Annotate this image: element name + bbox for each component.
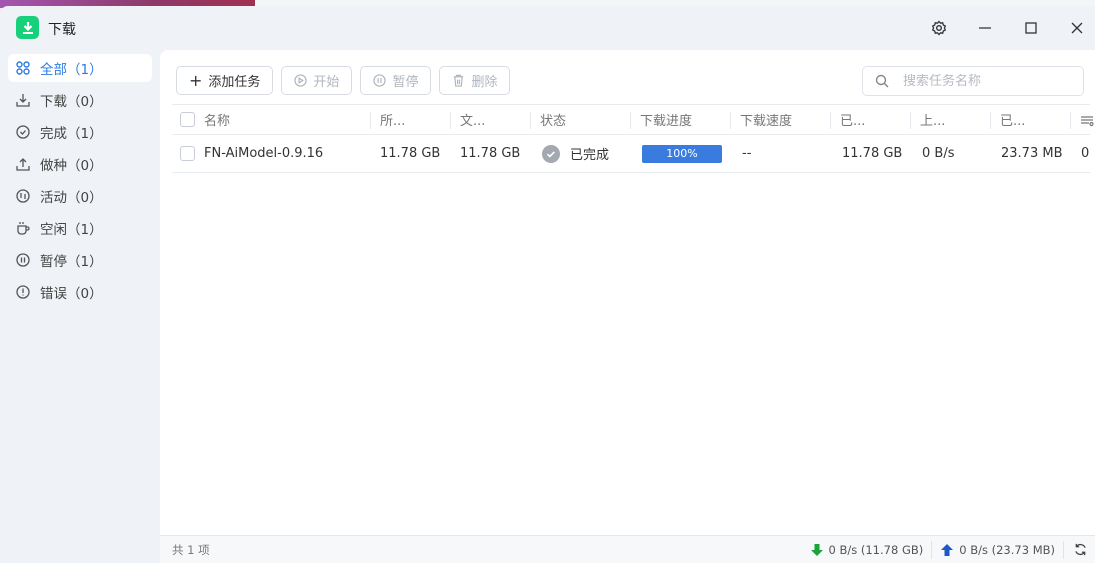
delete-button[interactable]: 删除 xyxy=(439,66,511,95)
download-arrow-icon xyxy=(810,543,823,556)
task-extra: 0 xyxy=(1081,146,1090,161)
table-header: 名称 所... 文... 状态 下载进度 下载速度 已... 上... 已... xyxy=(172,104,1094,135)
grid-icon xyxy=(16,61,30,75)
status-bar: 共 1 项 0 B/s (11.78 GB) 0 B/s (23.73 MB) xyxy=(160,535,1095,563)
sidebar-item-error[interactable]: 错误（0） xyxy=(8,278,152,306)
task-downloaded: 11.78 GB xyxy=(842,146,903,161)
task-count: 共 1 项 xyxy=(172,542,210,557)
title-bar: 下载 xyxy=(0,6,1095,50)
sidebar-item-label: 全部（1） xyxy=(40,62,103,78)
col-speed[interactable]: 下载速度 xyxy=(740,105,792,134)
main-panel: + 添加任务 开始 暂停 删除 名称 所... 文... 状态 下载进度 下载速度… xyxy=(160,50,1095,563)
task-upload-speed: 0 B/s xyxy=(922,146,955,161)
toolbar: + 添加任务 开始 暂停 删除 xyxy=(176,66,511,95)
pause-label: 暂停 xyxy=(392,75,419,90)
plus-icon: + xyxy=(189,71,203,90)
sidebar-item-label: 做种（0） xyxy=(40,158,103,174)
col-uploaded[interactable]: 已... xyxy=(1000,105,1025,134)
refresh-icon[interactable] xyxy=(1074,543,1087,556)
col-progress[interactable]: 下载进度 xyxy=(640,105,692,134)
sidebar-item-label: 暂停（1） xyxy=(40,254,103,270)
pause-circle-icon xyxy=(16,253,30,267)
start-button[interactable]: 开始 xyxy=(281,66,353,95)
minimize-button[interactable] xyxy=(973,16,997,40)
sidebar-item-paused[interactable]: 暂停（1） xyxy=(8,246,152,274)
status-label: 已完成 xyxy=(570,148,610,163)
sidebar-item-active[interactable]: 活动（0） xyxy=(8,182,152,210)
table-row[interactable]: FN-AiModel-0.9.16 11.78 GB 11.78 GB 已完成 … xyxy=(172,135,1090,173)
add-task-button[interactable]: + 添加任务 xyxy=(176,66,274,95)
download-window: 下载 全部（1） 下载（0） 完成（1） 做种（0） 活动（0） 空闲（1） 暂… xyxy=(0,6,1095,563)
window-title: 下载 xyxy=(48,22,76,38)
col-size[interactable]: 所... xyxy=(380,105,405,134)
sidebar-item-label: 空闲（1） xyxy=(40,222,103,238)
upload-arrow-icon xyxy=(941,543,954,556)
sidebar: 全部（1） 下载（0） 完成（1） 做种（0） 活动（0） 空闲（1） 暂停（1… xyxy=(0,50,160,310)
col-upload-speed[interactable]: 上... xyxy=(920,105,945,134)
search-box[interactable] xyxy=(862,66,1084,96)
task-status: 已完成 xyxy=(542,135,609,172)
sidebar-item-label: 下载（0） xyxy=(40,94,103,110)
task-name: FN-AiModel-0.9.16 xyxy=(204,146,324,161)
col-status[interactable]: 状态 xyxy=(540,105,566,134)
task-speed: -- xyxy=(742,146,752,161)
sidebar-item-all[interactable]: 全部（1） xyxy=(8,54,152,82)
upload-icon xyxy=(16,158,30,171)
activity-icon xyxy=(16,189,30,203)
search-icon xyxy=(875,74,889,88)
sidebar-item-downloading[interactable]: 下载（0） xyxy=(8,86,152,114)
col-downloaded[interactable]: 已... xyxy=(840,105,865,134)
cup-icon xyxy=(17,222,30,235)
pause-button[interactable]: 暂停 xyxy=(360,66,432,95)
sidebar-item-seeding[interactable]: 做种（0） xyxy=(8,150,152,178)
progress-label: 100% xyxy=(666,146,698,160)
sidebar-item-label: 错误（0） xyxy=(40,286,103,302)
select-all-checkbox[interactable] xyxy=(180,105,195,134)
start-label: 开始 xyxy=(313,75,340,90)
upload-status: 0 B/s (23.73 MB) xyxy=(959,542,1055,557)
play-icon xyxy=(294,74,308,87)
delete-label: 删除 xyxy=(471,75,498,90)
error-circle-icon xyxy=(16,285,30,299)
col-name[interactable]: 名称 xyxy=(204,105,230,134)
gear-icon[interactable] xyxy=(927,16,951,40)
task-uploaded: 23.73 MB xyxy=(1001,146,1063,161)
close-button[interactable] xyxy=(1065,16,1089,40)
add-task-label: 添加任务 xyxy=(208,75,261,90)
row-checkbox[interactable] xyxy=(180,135,195,172)
task-progress: 100% xyxy=(642,135,722,172)
progress-bar: 100% xyxy=(642,144,722,163)
task-size: 11.78 GB xyxy=(380,146,441,161)
sidebar-item-completed[interactable]: 完成（1） xyxy=(8,118,152,146)
check-circle-icon xyxy=(16,125,30,139)
maximize-button[interactable] xyxy=(1019,16,1043,40)
search-input[interactable] xyxy=(903,73,1063,89)
completed-check-icon xyxy=(542,144,560,163)
task-file-size: 11.78 GB xyxy=(460,146,521,161)
download-status: 0 B/s (11.78 GB) xyxy=(828,542,924,557)
sidebar-item-label: 活动（0） xyxy=(40,190,103,206)
sidebar-item-idle[interactable]: 空闲（1） xyxy=(8,214,152,242)
col-file-size[interactable]: 文... xyxy=(460,105,485,134)
trash-icon xyxy=(454,74,464,87)
pause-icon xyxy=(373,74,387,87)
app-logo-icon xyxy=(16,16,39,39)
download-icon xyxy=(16,94,30,107)
column-settings-icon[interactable] xyxy=(1080,105,1094,134)
sidebar-item-label: 完成（1） xyxy=(40,126,103,142)
